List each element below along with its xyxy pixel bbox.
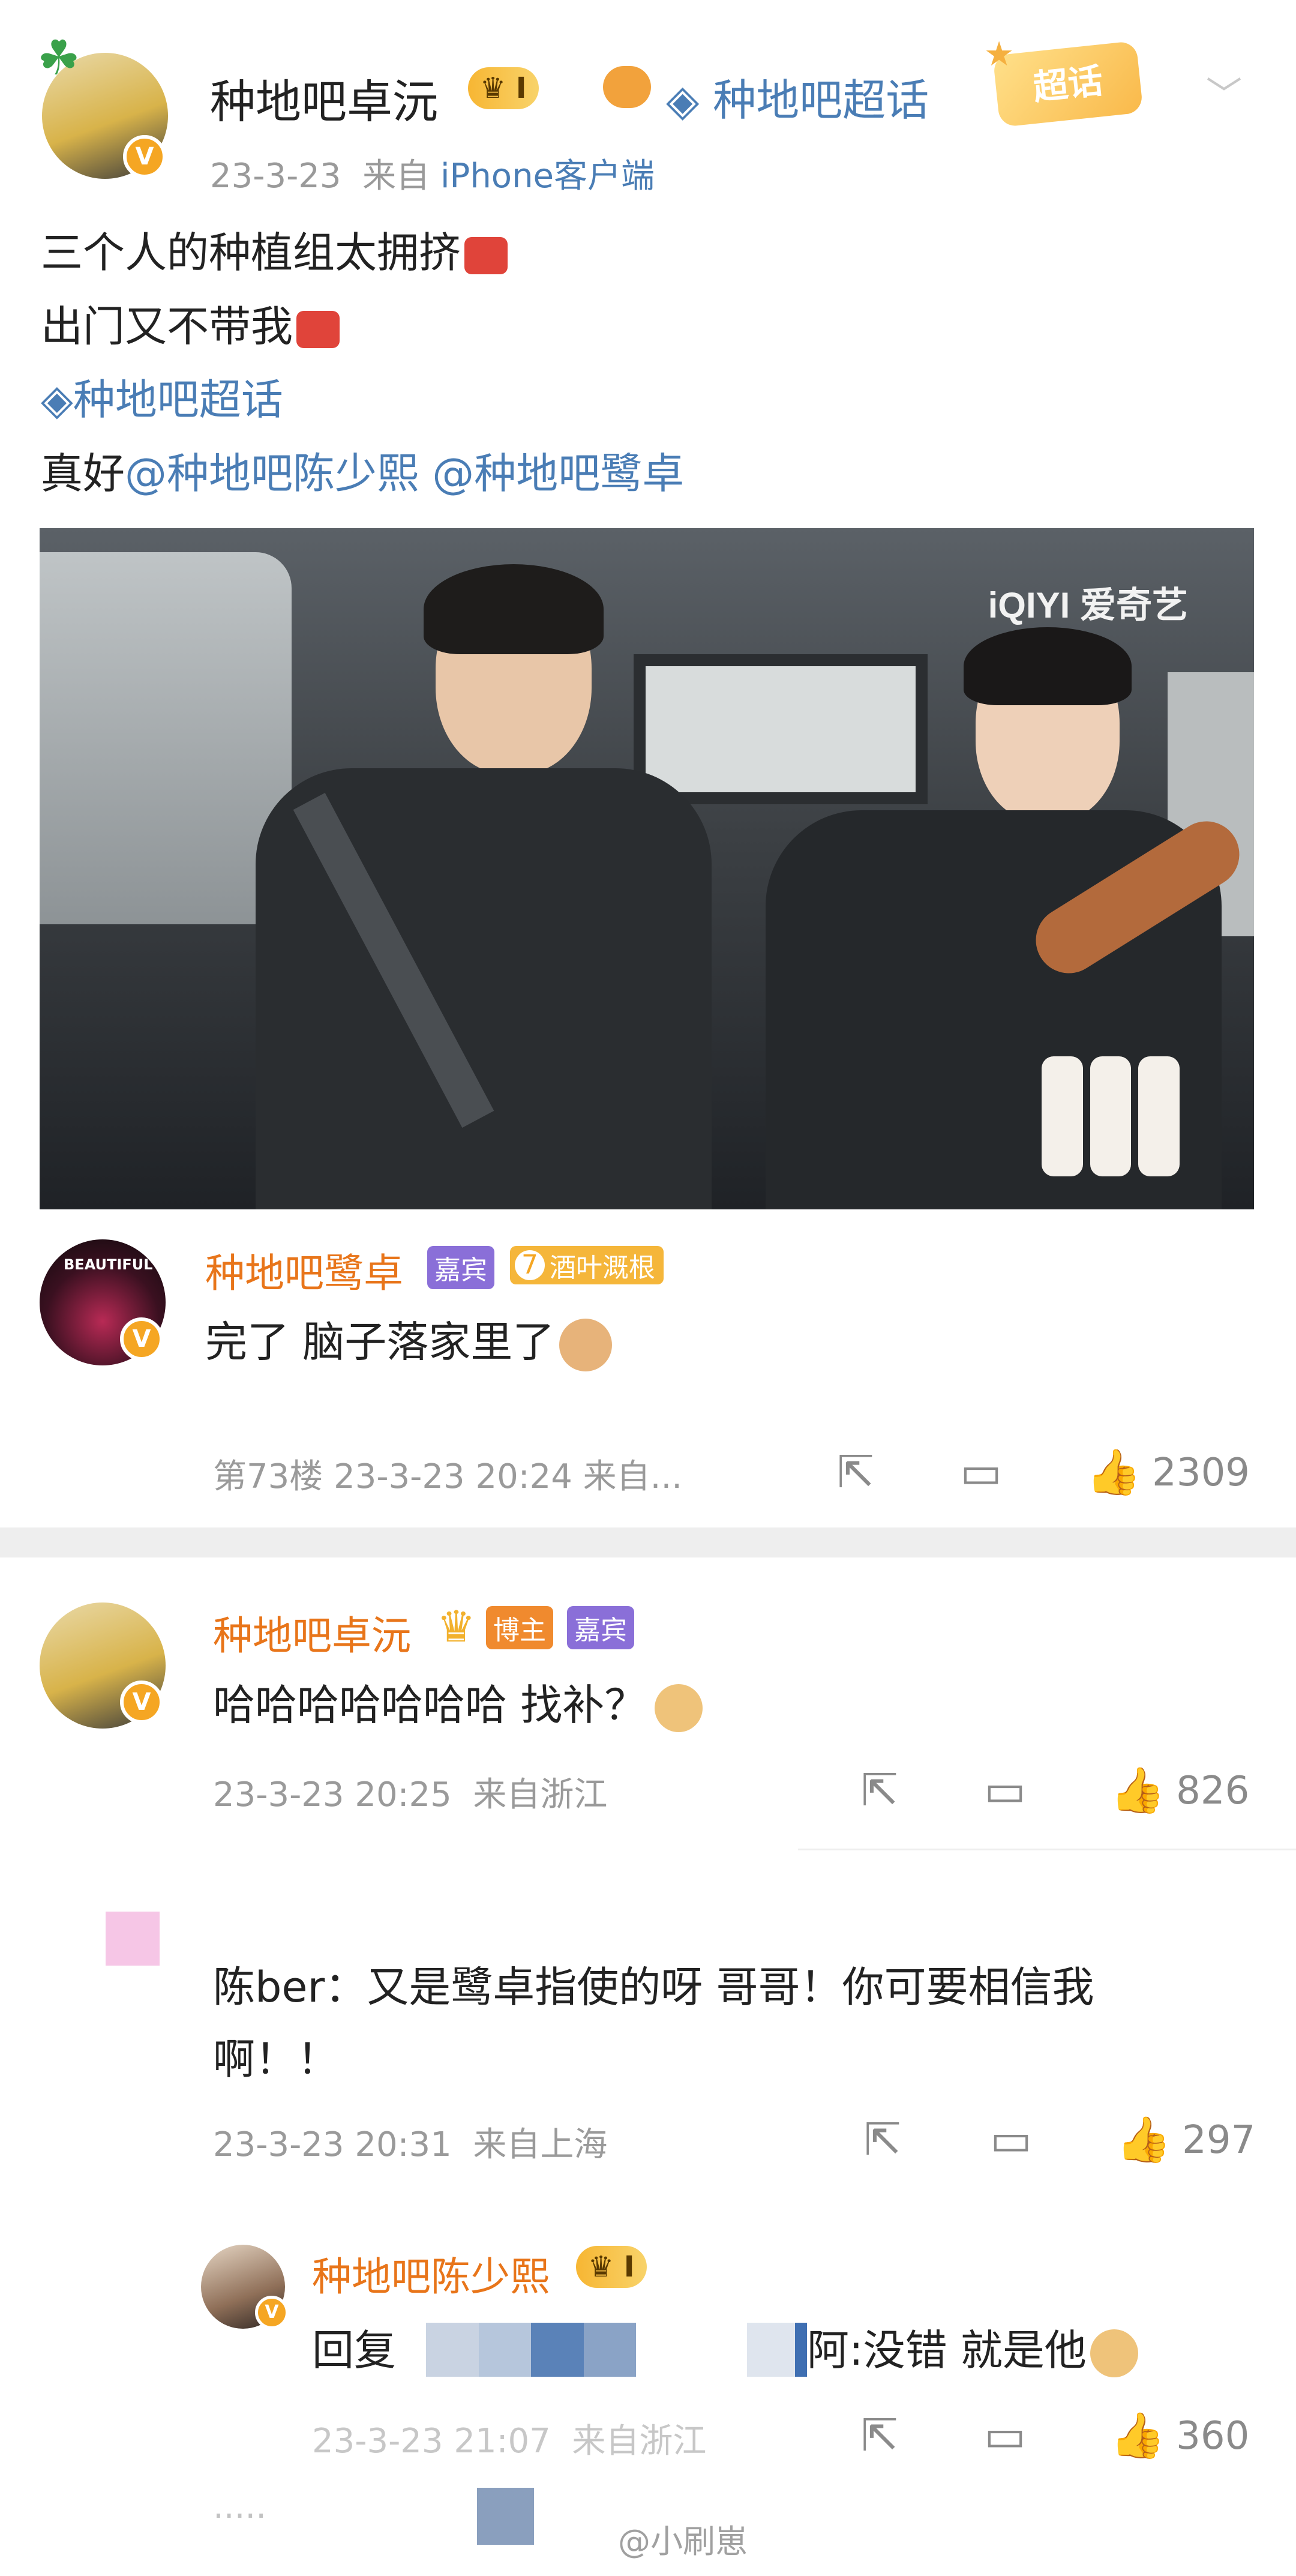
share-button[interactable]: ⇱ <box>861 2410 898 2461</box>
comment-button[interactable]: ▭ <box>990 2114 1032 2165</box>
verified-icon: V <box>255 2296 289 2329</box>
redacted-avatar[interactable] <box>106 1912 160 1966</box>
share-button[interactable]: ⇱ <box>864 2114 901 2165</box>
post-video[interactable]: iQIYI 爱奇艺 <box>40 528 1254 1209</box>
doge-emoji-icon <box>655 1684 703 1732</box>
watermark: @小刷崽 <box>618 2523 748 2560</box>
comment-author-name[interactable]: 种地吧卓沅 <box>213 1604 411 1661</box>
comment-text-line-1: 陈ber：又是鹭卓指使的呀 哥哥！你可要相信我 <box>213 1963 1094 2012</box>
verified-icon: V <box>120 1317 163 1361</box>
avatar-text: BEAUTIFUL <box>64 1256 153 1273</box>
drink-bottles <box>1042 1056 1180 1176</box>
redacted-username <box>747 2323 807 2377</box>
post-topic-tag[interactable]: ◈ 种地吧超话 <box>666 65 929 128</box>
cat-emoji-icon <box>559 1318 613 1371</box>
passenger-hair <box>424 564 604 654</box>
diamond-icon: ◈ <box>666 75 700 125</box>
comment-button[interactable]: ▭ <box>960 1446 1002 1498</box>
driver-hair <box>964 627 1132 705</box>
divider-line <box>798 1849 1296 1850</box>
more-replies-indicator[interactable]: ····· <box>213 2497 266 2536</box>
member-level-badge: ♛ I <box>576 2246 647 2288</box>
mention-link[interactable]: @种地吧陈少熙 <box>125 449 419 498</box>
post-source-link[interactable]: iPhone客户端 <box>440 157 655 196</box>
car-rear-window <box>634 654 928 804</box>
mention-link[interactable]: @种地吧鹭卓 <box>432 449 684 498</box>
post-meta: 23-3-23 来自 iPhone客户端 <box>210 157 655 196</box>
crown-icon: ♛ <box>437 1601 476 1652</box>
reply-author-name[interactable]: 种地吧陈少熙 <box>312 2245 550 2302</box>
comment-meta: 23-3-23 20:25 来自浙江 <box>213 1775 608 1814</box>
sob-emoji-icon <box>464 236 508 274</box>
post-topic-link[interactable]: ◈种地吧超话 <box>41 366 283 427</box>
clover-icon: ☘ <box>37 30 80 86</box>
comment-text: 完了 脑子落家里了 <box>205 1308 613 1371</box>
like-button[interactable]: 👍 2309 <box>1086 1446 1250 1499</box>
reply-text: 阿:没错 就是他 <box>807 2317 1138 2377</box>
thumbs-up-icon: 👍 <box>1110 1765 1166 1816</box>
member-level-badge: ♛ I <box>468 67 539 109</box>
redacted-block <box>477 2488 534 2545</box>
guest-badge: 嘉宾 <box>567 1606 634 1649</box>
share-icon: ⇱ <box>864 2114 902 2165</box>
comment-text-line-2: 啊！！ <box>213 2035 339 2084</box>
comment-button[interactable]: ▭ <box>984 2410 1026 2461</box>
fan-level-icon: 7 <box>515 1250 545 1280</box>
crown-icon: ♛ <box>480 71 506 105</box>
fan-badge: 7 酒叶溉根 <box>510 1246 664 1284</box>
comment-button[interactable]: ▭ <box>984 1765 1026 1816</box>
blogger-badge: 博主 <box>486 1606 553 1649</box>
thumbs-up-icon: 👍 <box>1110 2410 1166 2461</box>
redacted-username <box>426 2323 636 2377</box>
post-text-line-3: 真好@种地吧陈少熙 @种地吧鹭卓 <box>41 449 685 498</box>
like-button[interactable]: 👍 826 <box>1110 1765 1249 1817</box>
comment-icon: ▭ <box>960 1446 1002 1498</box>
share-icon: ⇱ <box>837 1446 875 1498</box>
comment-meta: 第73楼 23-3-23 20:24 来自... <box>213 1457 683 1496</box>
post-author-name[interactable]: 种地吧卓沅 <box>210 65 438 131</box>
share-button[interactable]: ⇱ <box>837 1446 874 1498</box>
comment-meta: 23-3-23 20:31 来自上海 <box>213 2125 608 2164</box>
super-topic-badge[interactable]: 超话 <box>992 40 1144 128</box>
chevron-down-icon[interactable]: ﹀ <box>1206 66 1242 118</box>
thumbs-up-icon: 👍 <box>1086 1446 1142 1498</box>
video-watermark: iQIYI 爱奇艺 <box>988 585 1188 625</box>
fish-emoji-icon <box>603 66 651 108</box>
verified-icon: V <box>123 135 166 178</box>
comment-text: 哈哈哈哈哈哈哈 找补？ <box>213 1672 703 1732</box>
comment-icon: ▭ <box>984 1765 1026 1816</box>
post-text-line-2: 出门又不带我 <box>41 293 340 354</box>
doge-emoji-icon <box>1090 2329 1138 2377</box>
section-divider <box>0 1527 1296 1557</box>
sparkle-icon: ★ <box>984 35 1015 74</box>
comment-icon: ▭ <box>990 2114 1032 2165</box>
diamond-icon: ◈ <box>41 375 73 424</box>
share-icon: ⇱ <box>861 1765 899 1816</box>
thumbs-up-icon: 👍 <box>1116 2114 1172 2165</box>
share-button[interactable]: ⇱ <box>861 1765 898 1816</box>
crown-icon: ♛ <box>588 2250 614 2284</box>
sob-emoji-icon <box>296 310 340 348</box>
post-text-line-1: 三个人的种植组太拥挤 <box>41 219 508 280</box>
reply-meta: 23-3-23 21:07 来自浙江 <box>312 2422 707 2461</box>
share-icon: ⇱ <box>861 2410 899 2461</box>
verified-icon: V <box>120 1681 163 1724</box>
comment-author-name[interactable]: 种地吧鹭卓 <box>205 1241 403 1299</box>
like-button[interactable]: 👍 297 <box>1116 2114 1255 2166</box>
like-button[interactable]: 👍 360 <box>1110 2410 1249 2462</box>
reply-prefix: 回复 <box>312 2326 396 2375</box>
guest-badge: 嘉宾 <box>427 1246 494 1289</box>
comment-icon: ▭ <box>984 2410 1026 2461</box>
car-window-left <box>40 552 292 924</box>
